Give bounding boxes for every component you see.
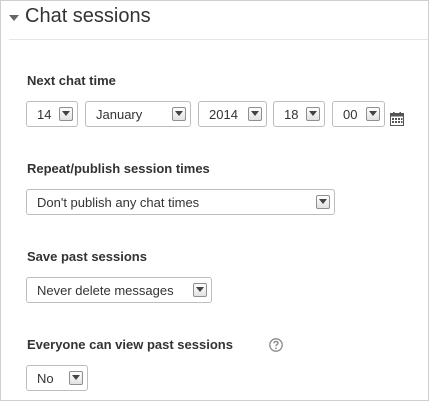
everyone-view-value: No	[37, 370, 54, 386]
section-title: Chat sessions	[25, 5, 151, 27]
chevron-down-icon	[306, 107, 320, 121]
repeat-publish-label: Repeat/publish session times	[27, 161, 210, 176]
section-header[interactable]: Chat sessions	[9, 5, 151, 28]
month-select[interactable]: January	[85, 101, 191, 127]
month-select-value: January	[96, 106, 143, 122]
calendar-icon[interactable]	[390, 112, 404, 126]
chevron-down-icon	[172, 107, 186, 121]
minute-select-value: 00	[343, 106, 358, 122]
chevron-down-icon	[59, 107, 73, 121]
save-past-sessions-select[interactable]: Never delete messages	[26, 277, 212, 303]
repeat-publish-value: Don't publish any chat times	[37, 194, 200, 210]
chevron-down-icon	[69, 371, 83, 385]
minute-select[interactable]: 00	[332, 101, 385, 127]
section-divider	[9, 39, 428, 40]
next-chat-time-label: Next chat time	[27, 73, 116, 88]
help-icon[interactable]	[269, 338, 283, 352]
save-past-sessions-label: Save past sessions	[27, 249, 147, 264]
day-select-value: 14	[37, 106, 52, 122]
year-select[interactable]: 2014	[198, 101, 267, 127]
hour-select[interactable]: 18	[273, 101, 325, 127]
everyone-view-label: Everyone can view past sessions	[27, 337, 233, 352]
everyone-view-select[interactable]: No	[26, 365, 88, 391]
chevron-down-icon	[193, 283, 207, 297]
chat-sessions-fieldset: Chat sessions Next chat time 14 January …	[0, 0, 429, 401]
chevron-down-icon	[316, 195, 330, 209]
collapse-caret-icon[interactable]	[9, 14, 19, 21]
hour-select-value: 18	[284, 106, 299, 122]
day-select[interactable]: 14	[26, 101, 78, 127]
chevron-down-icon	[366, 107, 380, 121]
repeat-publish-select[interactable]: Don't publish any chat times	[26, 189, 335, 215]
chevron-down-icon	[248, 107, 262, 121]
year-select-value: 2014	[209, 106, 238, 122]
save-past-sessions-value: Never delete messages	[37, 282, 174, 298]
